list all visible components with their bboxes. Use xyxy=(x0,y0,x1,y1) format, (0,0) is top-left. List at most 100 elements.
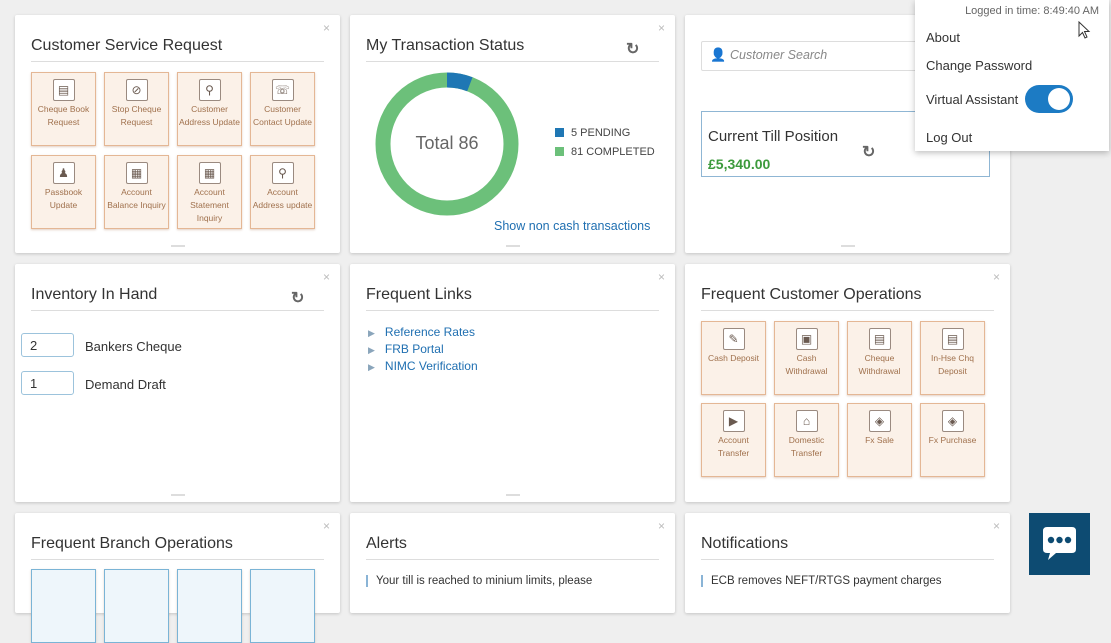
drag-handle[interactable] xyxy=(840,245,855,247)
virtual-assistant-toggle[interactable] xyxy=(1025,85,1073,113)
tile-label: Fx Sale xyxy=(865,435,894,445)
close-icon[interactable]: × xyxy=(658,270,665,284)
link-frb-portal[interactable]: ▶ FRB Portal xyxy=(368,342,444,356)
divider xyxy=(31,61,324,62)
mouse-cursor-icon xyxy=(1078,21,1091,39)
tile-account-statement-inquiry[interactable]: ▦ Account Statement Inquiry xyxy=(177,155,242,229)
branch-op-tile[interactable] xyxy=(250,569,315,643)
refresh-icon[interactable]: ↻ xyxy=(291,288,304,308)
drag-handle[interactable] xyxy=(505,245,520,247)
tile-account-transfer[interactable]: ▶ Account Transfer xyxy=(701,403,766,477)
chat-bubble-icon xyxy=(1043,527,1076,560)
link-reference-rates[interactable]: ▶ Reference Rates xyxy=(368,325,475,339)
notification-message[interactable]: ECB removes NEFT/RTGS payment charges xyxy=(701,575,942,587)
card-title: Customer Service Request xyxy=(31,37,223,54)
customer-service-card: × Customer Service Request ▤ Cheque Book … xyxy=(15,15,340,253)
tile-cheque-book-request[interactable]: ▤ Cheque Book Request xyxy=(31,72,96,146)
menu-change-password[interactable]: Change Password xyxy=(926,58,1032,73)
close-icon[interactable]: × xyxy=(658,21,665,35)
tile-label: Passbook Update xyxy=(44,187,83,210)
tile-label: Cheque Book Request xyxy=(37,104,90,127)
caret-right-icon: ▶ xyxy=(368,328,375,338)
close-icon[interactable]: × xyxy=(658,519,665,533)
drag-handle[interactable] xyxy=(170,245,185,247)
tile-icon: ▤ xyxy=(52,79,75,101)
card-title: Frequent Branch Operations xyxy=(31,535,233,552)
menu-log-out[interactable]: Log Out xyxy=(926,130,972,145)
tile-icon: ◈ xyxy=(868,410,891,432)
tile-domestic-transfer[interactable]: ⌂ Domestic Transfer xyxy=(774,403,839,477)
tile-fx-purchase[interactable]: ◈ Fx Purchase xyxy=(920,403,985,477)
bankers-cheque-qty[interactable]: 2 xyxy=(21,333,74,357)
tile-icon: ♟ xyxy=(52,162,75,184)
caret-right-icon: ▶ xyxy=(368,362,375,372)
close-icon[interactable]: × xyxy=(323,519,330,533)
show-non-cash-link[interactable]: Show non cash transactions xyxy=(494,219,650,233)
tile-icon: ⚲ xyxy=(198,79,221,101)
tile-customer-contact-update[interactable]: ☏ Customer Contact Update xyxy=(250,72,315,146)
legend-swatch-pending xyxy=(555,128,564,137)
tile-customer-address-update[interactable]: ⚲ Customer Address Update xyxy=(177,72,242,146)
tile-icon: ☏ xyxy=(271,79,294,101)
tile-cash-withdrawal[interactable]: ▣ Cash Withdrawal xyxy=(774,321,839,395)
card-title: Inventory In Hand xyxy=(31,286,158,303)
close-icon[interactable]: × xyxy=(993,519,1000,533)
logged-in-time: Logged in time: 8:49:40 AM xyxy=(965,5,1099,17)
tile-cheque-withdrawal[interactable]: ▤ Cheque Withdrawal xyxy=(847,321,912,395)
drag-handle[interactable] xyxy=(170,494,185,496)
card-title: Alerts xyxy=(366,535,407,552)
tile-icon: ▣ xyxy=(795,328,818,350)
tile-icon: ◈ xyxy=(941,410,964,432)
alerts-card: × Alerts Your till is reached to minium … xyxy=(350,513,675,613)
branch-op-tile[interactable] xyxy=(104,569,169,643)
divider xyxy=(701,310,994,311)
tile-in-hse-chq-deposit[interactable]: ▤ In-Hse Chq Deposit xyxy=(920,321,985,395)
drag-handle[interactable] xyxy=(505,494,520,496)
legend-completed: 81 COMPLETED xyxy=(555,146,655,158)
refresh-icon[interactable]: ↻ xyxy=(862,142,875,162)
tile-stop-cheque-request[interactable]: ⊘ Stop Cheque Request xyxy=(104,72,169,146)
virtual-assistant-button[interactable] xyxy=(1029,513,1090,575)
tile-icon: ⌂ xyxy=(795,410,818,432)
refresh-icon[interactable]: ↻ xyxy=(626,39,639,59)
card-title: Notifications xyxy=(701,535,789,552)
close-icon[interactable]: × xyxy=(323,270,330,284)
link-nimc-verification[interactable]: ▶ NIMC Verification xyxy=(368,359,478,373)
bankers-cheque-label: Bankers Cheque xyxy=(85,339,182,354)
tile-icon: ▤ xyxy=(941,328,964,350)
tile-label: Account Transfer xyxy=(717,435,750,458)
demand-draft-label: Demand Draft xyxy=(85,377,166,392)
tile-label: In-Hse Chq Deposit xyxy=(931,353,974,376)
branch-op-tile[interactable] xyxy=(177,569,242,643)
tile-passbook-update[interactable]: ♟ Passbook Update xyxy=(31,155,96,229)
divider xyxy=(31,559,324,560)
divider xyxy=(366,559,659,560)
toggle-knob xyxy=(1048,88,1070,110)
till-amount: £5,340.00 xyxy=(708,156,771,172)
tile-account-balance-inquiry[interactable]: ▦ Account Balance Inquiry xyxy=(104,155,169,229)
tile-cash-deposit[interactable]: ✎ Cash Deposit xyxy=(701,321,766,395)
branch-ops-card: × Frequent Branch Operations xyxy=(15,513,340,643)
tile-label: Cheque Withdrawal xyxy=(858,353,901,376)
close-icon[interactable]: × xyxy=(323,21,330,35)
legend-swatch-completed xyxy=(555,147,564,156)
tile-icon: ▶ xyxy=(722,410,745,432)
card-title: Frequent Links xyxy=(366,286,472,303)
tile-label: Domestic Transfer xyxy=(788,435,825,458)
tile-label: Account Statement Inquiry xyxy=(190,187,229,223)
tile-account-address-update[interactable]: ⚲ Account Address update xyxy=(250,155,315,229)
divider xyxy=(31,310,324,311)
tile-label: Account Address update xyxy=(252,187,313,210)
tile-label: Fx Purchase xyxy=(928,435,977,445)
branch-op-tile[interactable] xyxy=(31,569,96,643)
tile-label: Stop Cheque Request xyxy=(111,104,162,127)
close-icon[interactable]: × xyxy=(993,270,1000,284)
tile-icon: ▦ xyxy=(198,162,221,184)
demand-draft-qty[interactable]: 1 xyxy=(21,371,74,395)
menu-about[interactable]: About xyxy=(926,30,960,45)
tile-fx-sale[interactable]: ◈ Fx Sale xyxy=(847,403,912,477)
menu-virtual-assistant: Virtual Assistant xyxy=(926,92,1019,107)
donut-total-label: Total 86 xyxy=(415,133,478,153)
divider xyxy=(366,61,659,62)
alert-message[interactable]: Your till is reached to minium limits, p… xyxy=(366,575,592,587)
